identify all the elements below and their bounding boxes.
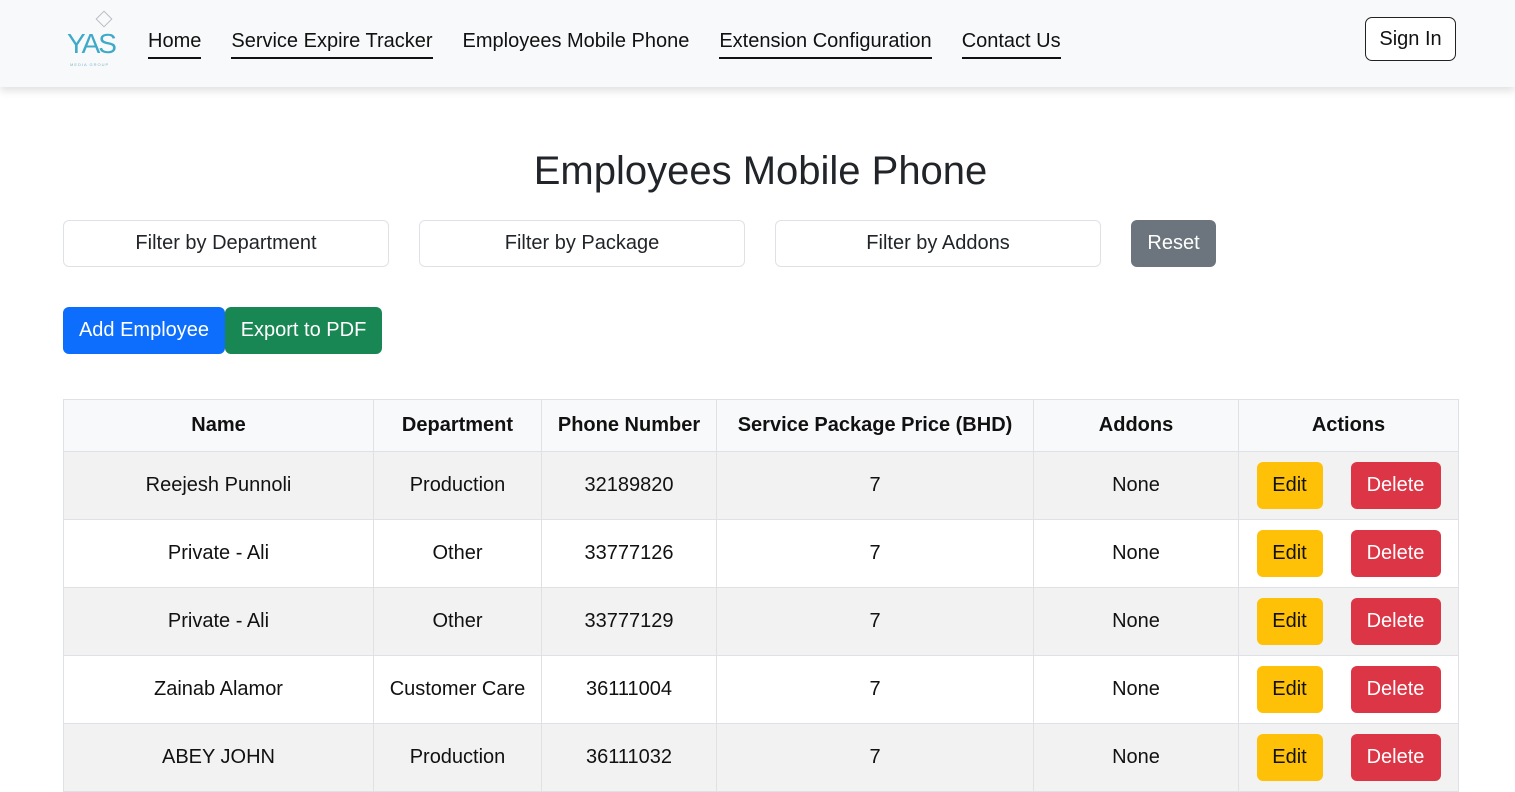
delete-button[interactable]: Delete bbox=[1350, 734, 1441, 781]
nav-links: Home Service Expire Tracker Employees Mo… bbox=[148, 29, 1091, 59]
cell-actions: Edit Delete bbox=[1238, 587, 1459, 656]
filter-addons-input[interactable]: Filter by Addons bbox=[775, 220, 1101, 267]
export-pdf-button[interactable]: Export to PDF bbox=[225, 307, 382, 354]
cell-price: 7 bbox=[716, 587, 1034, 656]
table-row: Private - Ali Other 33777129 7 None Edit… bbox=[63, 587, 1459, 656]
table-row: ABEY JOHN Production 36111032 7 None Edi… bbox=[63, 723, 1459, 792]
cell-phone: 32189820 bbox=[541, 451, 717, 520]
cell-department: Customer Care bbox=[373, 655, 542, 724]
brand-logo[interactable]: YAS MEDIA GROUP bbox=[64, 10, 120, 72]
edit-button[interactable]: Edit bbox=[1256, 666, 1323, 713]
reset-button[interactable]: Reset bbox=[1131, 220, 1216, 267]
cell-department: Production bbox=[373, 723, 542, 792]
cell-addons: None bbox=[1033, 519, 1239, 588]
nav-link-employees-mobile-phone[interactable]: Employees Mobile Phone bbox=[463, 29, 690, 59]
edit-button[interactable]: Edit bbox=[1256, 530, 1323, 577]
sign-in-button[interactable]: Sign In bbox=[1365, 17, 1456, 61]
nav-link-service-expire-tracker[interactable]: Service Expire Tracker bbox=[231, 29, 433, 59]
header-package-price: Service Package Price (BHD) bbox=[716, 399, 1034, 452]
header-phone-number: Phone Number bbox=[541, 399, 717, 452]
cell-addons: None bbox=[1033, 587, 1239, 656]
cell-addons: None bbox=[1033, 451, 1239, 520]
filter-department-input[interactable]: Filter by Department bbox=[63, 220, 389, 267]
table-row: Private - Ali Other 33777126 7 None Edit… bbox=[63, 519, 1459, 588]
cell-actions: Edit Delete bbox=[1238, 451, 1459, 520]
cell-actions: Edit Delete bbox=[1238, 519, 1459, 588]
cell-phone: 33777126 bbox=[541, 519, 717, 588]
cell-actions: Edit Delete bbox=[1238, 655, 1459, 724]
cell-department: Other bbox=[373, 519, 542, 588]
table-header-row: Name Department Phone Number Service Pac… bbox=[63, 399, 1459, 452]
cell-price: 7 bbox=[716, 519, 1034, 588]
cell-department: Other bbox=[373, 587, 542, 656]
cell-price: 7 bbox=[716, 451, 1034, 520]
cell-name: Reejesh Punnoli bbox=[63, 451, 374, 520]
cell-addons: None bbox=[1033, 723, 1239, 792]
delete-button[interactable]: Delete bbox=[1350, 598, 1441, 645]
header-department: Department bbox=[373, 399, 542, 452]
header-addons: Addons bbox=[1033, 399, 1239, 452]
cell-name: Private - Ali bbox=[63, 587, 374, 656]
logo-subtext: MEDIA GROUP bbox=[70, 62, 110, 67]
cell-phone: 36111032 bbox=[541, 723, 717, 792]
edit-button[interactable]: Edit bbox=[1256, 462, 1323, 509]
delete-button[interactable]: Delete bbox=[1350, 462, 1441, 509]
nav-link-contact-us[interactable]: Contact Us bbox=[961, 29, 1061, 59]
header-actions: Actions bbox=[1238, 399, 1459, 452]
filter-package-input[interactable]: Filter by Package bbox=[419, 220, 745, 267]
delete-button[interactable]: Delete bbox=[1350, 530, 1441, 577]
employees-table: Name Department Phone Number Service Pac… bbox=[63, 399, 1459, 792]
edit-button[interactable]: Edit bbox=[1256, 598, 1323, 645]
delete-button[interactable]: Delete bbox=[1350, 666, 1441, 713]
logo-text: YAS bbox=[67, 28, 117, 59]
cell-name: Private - Ali bbox=[63, 519, 374, 588]
cell-price: 7 bbox=[716, 655, 1034, 724]
add-employee-button[interactable]: Add Employee bbox=[63, 307, 225, 354]
cell-phone: 33777129 bbox=[541, 587, 717, 656]
cell-price: 7 bbox=[716, 723, 1034, 792]
nav-link-home[interactable]: Home bbox=[148, 29, 202, 59]
cell-actions: Edit Delete bbox=[1238, 723, 1459, 792]
table-row: Reejesh Punnoli Production 32189820 7 No… bbox=[63, 451, 1459, 520]
cell-addons: None bbox=[1033, 655, 1239, 724]
table-row: Zainab Alamor Customer Care 36111004 7 N… bbox=[63, 655, 1459, 724]
cell-name: ABEY JOHN bbox=[63, 723, 374, 792]
edit-button[interactable]: Edit bbox=[1256, 734, 1323, 781]
nav-link-extension-configuration[interactable]: Extension Configuration bbox=[719, 29, 932, 59]
cell-phone: 36111004 bbox=[541, 655, 717, 724]
logo-diamond-icon bbox=[95, 10, 113, 28]
cell-department: Production bbox=[373, 451, 542, 520]
header-name: Name bbox=[63, 399, 374, 452]
cell-name: Zainab Alamor bbox=[63, 655, 374, 724]
top-navbar: YAS MEDIA GROUP Home Service Expire Trac… bbox=[0, 0, 1515, 87]
page-title: Employees Mobile Phone bbox=[533, 149, 988, 193]
